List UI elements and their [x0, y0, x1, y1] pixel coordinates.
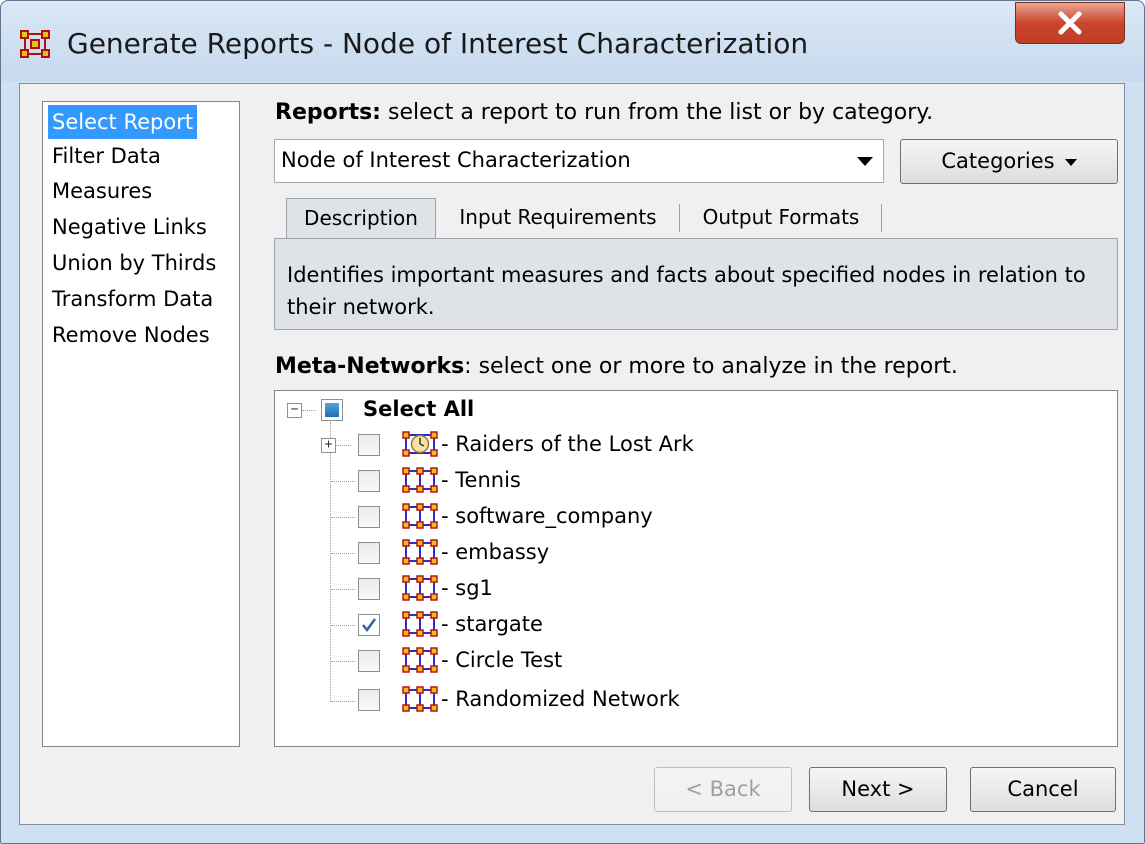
randomized-network-name: Randomized Network: [455, 687, 680, 711]
close-button[interactable]: [1015, 2, 1125, 44]
sg1-name: sg1: [455, 576, 493, 600]
report-select-value: Node of Interest Characterization: [281, 148, 631, 172]
checkbox-tennis[interactable]: [358, 470, 380, 492]
tab-divider: [881, 204, 882, 232]
network-icon: [402, 647, 438, 673]
checkbox-embassy[interactable]: [358, 542, 380, 564]
chevron-down-icon: [857, 157, 873, 166]
network-icon: [402, 686, 438, 712]
dialog-body: Select Report Filter Data Measures Negat…: [19, 83, 1125, 825]
network-icon: [402, 611, 438, 637]
collapse-toggle[interactable]: −: [287, 403, 302, 418]
sidebar-item-remove-nodes[interactable]: Remove Nodes: [48, 318, 214, 352]
categories-label: Categories: [941, 149, 1055, 173]
tree-connector: [331, 517, 355, 518]
embassy-name: embassy: [455, 540, 550, 564]
close-icon: [1058, 11, 1082, 35]
tab-divider: [679, 204, 680, 232]
select-all-label[interactable]: Select All: [363, 397, 474, 421]
check-icon: [362, 618, 377, 633]
circle-test-name: Circle Test: [455, 648, 563, 672]
reports-heading-text: select a report to run from the list or …: [380, 100, 934, 125]
network-icon: [402, 575, 438, 601]
app-icon: [20, 30, 50, 58]
network-label-randomized-network[interactable]: - Randomized Network: [441, 687, 680, 711]
network-icon: [402, 503, 438, 529]
sidebar-item-filter-data[interactable]: Filter Data: [48, 139, 165, 173]
raiders-name: Raiders of the Lost Ark: [455, 432, 694, 456]
reports-heading-bold: Reports:: [275, 100, 381, 125]
network-label-tennis[interactable]: - Tennis: [441, 468, 521, 492]
checkbox-circle-test[interactable]: [358, 650, 380, 672]
cancel-button[interactable]: Cancel: [970, 767, 1116, 812]
tree-connector: [336, 445, 351, 446]
report-description: Identifies important measures and facts …: [287, 263, 1086, 319]
tree-connector: [331, 661, 355, 662]
tree-guide: [330, 422, 331, 702]
tree-connector: [331, 553, 355, 554]
network-label-circle-test[interactable]: - Circle Test: [441, 648, 562, 672]
network-label-stargate[interactable]: - stargate: [441, 612, 543, 636]
tree-connector: [331, 701, 355, 702]
checkbox-software-company[interactable]: [358, 506, 380, 528]
meta-networks-heading: Meta-Networks: select one or more to ana…: [275, 354, 958, 379]
tab-description[interactable]: Description: [286, 198, 436, 240]
back-button[interactable]: < Back: [654, 767, 792, 812]
caret-down-icon: [1064, 158, 1077, 166]
dialog-window: Generate Reports - Node of Interest Char…: [0, 0, 1145, 844]
sidebar: Select Report Filter Data Measures Negat…: [42, 101, 240, 747]
sidebar-item-select-report[interactable]: Select Report: [48, 105, 198, 139]
partial-check-indicator: [325, 403, 339, 417]
description-panel: Identifies important measures and facts …: [274, 238, 1118, 330]
categories-button[interactable]: Categories: [900, 139, 1118, 184]
clock-network-icon: [402, 431, 438, 457]
tab-output-formats[interactable]: Output Formats: [681, 198, 881, 238]
stargate-name: stargate: [455, 612, 543, 636]
network-icon: [402, 467, 438, 493]
sidebar-item-transform-data[interactable]: Transform Data: [48, 282, 217, 316]
meta-network-tree: − Select All + - Raiders of the Lost Ark…: [274, 390, 1118, 747]
expand-toggle[interactable]: +: [321, 438, 336, 453]
tree-connector: [302, 410, 316, 411]
window-title: Generate Reports - Node of Interest Char…: [67, 27, 809, 60]
meta-networks-heading-text: : select one or more to analyze in the r…: [464, 354, 958, 379]
network-label-raiders[interactable]: - Raiders of the Lost Ark: [441, 432, 694, 456]
select-all-checkbox[interactable]: [321, 399, 343, 421]
network-label-embassy[interactable]: - embassy: [441, 540, 549, 564]
network-icon: [402, 539, 438, 565]
tree-connector: [331, 589, 355, 590]
report-select[interactable]: Node of Interest Characterization: [274, 139, 884, 183]
checkbox-randomized-network[interactable]: [358, 689, 380, 711]
tennis-name: Tennis: [455, 468, 521, 492]
network-label-software-company[interactable]: - software_company: [441, 504, 653, 528]
reports-heading: Reports: select a report to run from the…: [275, 100, 933, 125]
software-company-name: software_company: [455, 504, 653, 528]
checkbox-raiders[interactable]: [358, 434, 380, 456]
network-label-sg1[interactable]: - sg1: [441, 576, 493, 600]
meta-networks-heading-bold: Meta-Networks: [275, 354, 465, 379]
title-bar[interactable]: Generate Reports - Node of Interest Char…: [1, 1, 1144, 81]
sidebar-item-measures[interactable]: Measures: [48, 174, 156, 208]
checkbox-sg1[interactable]: [358, 578, 380, 600]
tree-connector: [331, 625, 355, 626]
tree-connector: [331, 481, 355, 482]
sidebar-item-union-by-thirds[interactable]: Union by Thirds: [48, 246, 220, 280]
checkbox-stargate[interactable]: [358, 614, 380, 636]
next-button[interactable]: Next >: [809, 767, 947, 812]
tab-input-requirements[interactable]: Input Requirements: [438, 198, 678, 238]
sidebar-item-negative-links[interactable]: Negative Links: [48, 210, 211, 244]
